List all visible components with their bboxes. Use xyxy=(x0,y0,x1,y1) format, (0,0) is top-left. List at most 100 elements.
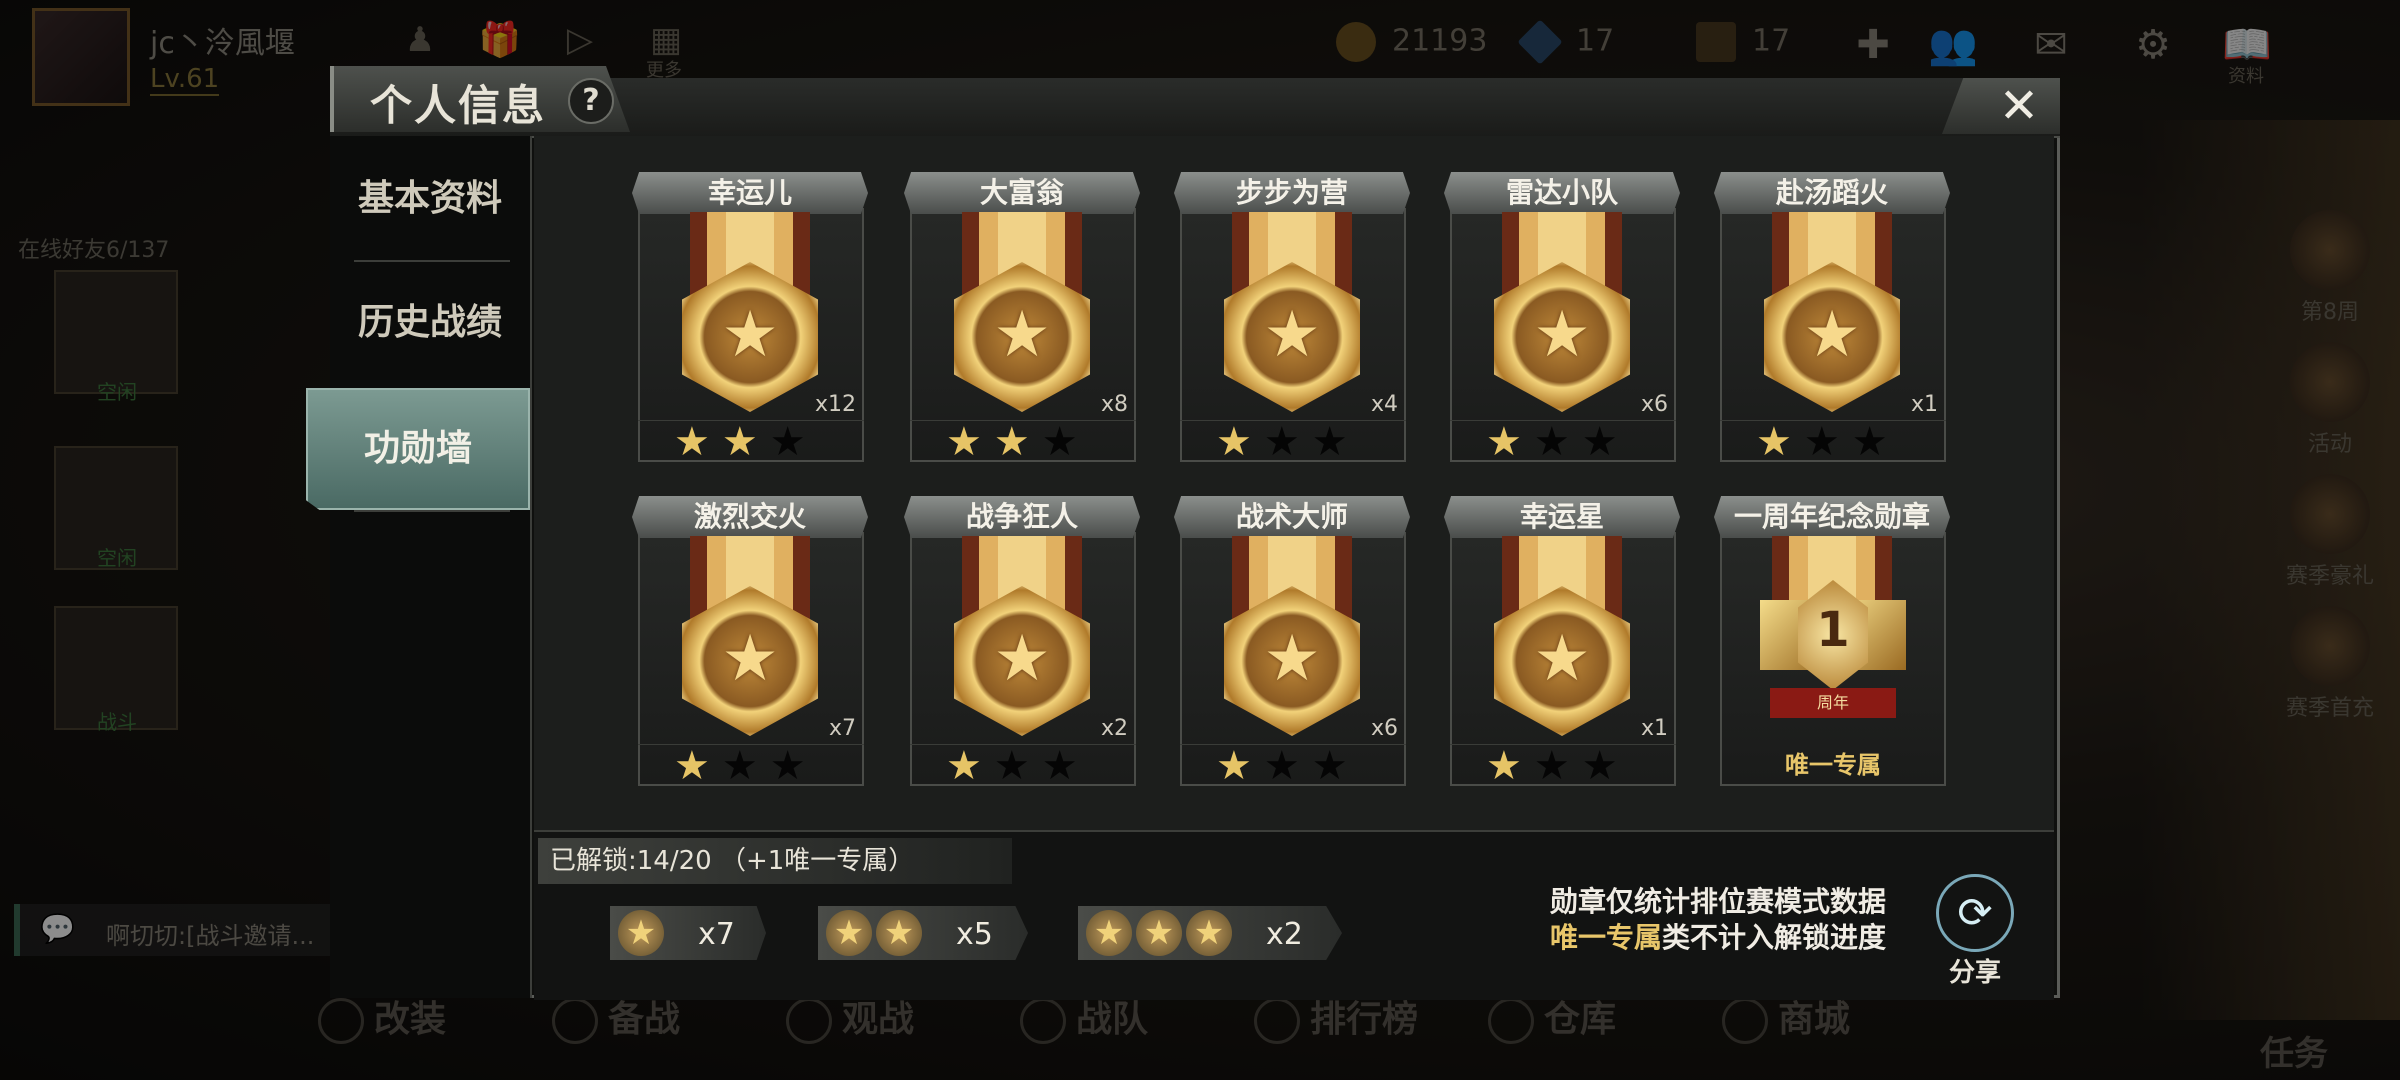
medal-star-icon: ★ xyxy=(993,622,1051,696)
medal-count: x6 xyxy=(1370,716,1398,741)
medal-name: 战争狂人 xyxy=(904,496,1140,538)
star-empty-icon: ★ xyxy=(993,743,1030,789)
star-empty-icon: ★ xyxy=(721,743,758,789)
medal-card[interactable]: 一周年纪念勋章 1 周年唯一专属 xyxy=(1714,496,1950,786)
menu-history[interactable]: 历史战绩 xyxy=(330,268,530,378)
anniversary-badge-icon: 1 周年 xyxy=(1760,580,1906,736)
note-exclusive: 唯一专属类不计入解锁进度 xyxy=(1452,916,1886,956)
star-filled-icon: ★ xyxy=(1486,419,1522,465)
share-icon: ⟳ xyxy=(1936,874,2014,952)
star-empty-icon: ★ xyxy=(1263,743,1300,789)
medal-star-icon: ★ xyxy=(1533,298,1591,372)
medal-count: x4 xyxy=(1370,392,1398,417)
star-icon: ★ xyxy=(618,910,664,956)
star-filled-icon: ★ xyxy=(1216,419,1252,465)
menu-medal-wall[interactable]: 功勋墙 xyxy=(306,388,530,510)
tier-three-star: ★ ★ ★ x2 xyxy=(1078,906,1342,960)
medal-star-icon: ★ xyxy=(993,298,1051,372)
medal-name: 大富翁 xyxy=(904,172,1140,214)
medal-stars: ★ ★ ★ xyxy=(638,419,864,465)
star-filled-icon: ★ xyxy=(1756,419,1792,465)
star-empty-icon: ★ xyxy=(1803,419,1840,465)
note-exclusive-rest: 类不计入解锁进度 xyxy=(1661,921,1886,954)
star-empty-icon: ★ xyxy=(1041,419,1078,465)
medal-count: x1 xyxy=(1910,392,1938,417)
tier-count: x2 xyxy=(1266,917,1303,952)
medal-name: 战术大师 xyxy=(1174,496,1410,538)
medal-card[interactable]: 战术大师 ★ x6 ★ ★ ★ xyxy=(1174,496,1410,789)
star-icon: ★ xyxy=(876,910,922,956)
star-empty-icon: ★ xyxy=(1581,419,1618,465)
medal-stars: ★ ★ ★ xyxy=(910,419,1136,465)
medal-card[interactable]: 大富翁 ★ x8 ★ ★ ★ xyxy=(904,172,1140,465)
star-filled-icon: ★ xyxy=(674,419,710,465)
star-icon: ★ xyxy=(1136,910,1182,956)
medal-card[interactable]: 幸运儿 ★ x12 ★ ★ ★ xyxy=(632,172,868,465)
star-empty-icon: ★ xyxy=(1581,743,1618,789)
help-icon[interactable]: ? xyxy=(568,78,614,124)
medal-star-icon: ★ xyxy=(721,622,779,696)
unlock-progress: 已解锁:14/20 （+1唯一专属） xyxy=(538,838,1012,884)
medal-name: 幸运星 xyxy=(1444,496,1680,538)
medal-card[interactable]: 雷达小队 ★ x6 ★ ★ ★ xyxy=(1444,172,1680,465)
medal-name: 赴汤蹈火 xyxy=(1714,172,1950,214)
medal-name: 激烈交火 xyxy=(632,496,868,538)
share-label: 分享 xyxy=(1948,958,2001,988)
menu-basic-info[interactable]: 基本资料 xyxy=(330,144,530,254)
medal-count: x7 xyxy=(828,716,856,741)
medal-card[interactable]: 激烈交火 ★ x7 ★ ★ ★ xyxy=(632,496,868,789)
close-icon: ✕ xyxy=(1998,78,2040,134)
star-icon: ★ xyxy=(826,910,872,956)
medal-card[interactable]: 赴汤蹈火 ★ x1 ★ ★ ★ xyxy=(1714,172,1950,465)
medal-star-icon: ★ xyxy=(721,298,779,372)
star-empty-icon: ★ xyxy=(1851,419,1888,465)
dialog-side-menu: 基本资料 历史战绩 xyxy=(330,136,532,998)
medal-card[interactable]: 幸运星 ★ x1 ★ ★ ★ xyxy=(1444,496,1680,789)
tier-count: x7 xyxy=(698,917,735,952)
tier-count: x5 xyxy=(956,917,993,952)
star-empty-icon: ★ xyxy=(1311,743,1348,789)
medal-stars: ★ ★ ★ xyxy=(1180,419,1406,465)
medal-star-icon: ★ xyxy=(1263,298,1321,372)
star-filled-icon: ★ xyxy=(1216,743,1252,789)
medal-name: 一周年纪念勋章 xyxy=(1714,496,1950,538)
medal-stars: ★ ★ ★ xyxy=(910,743,1136,789)
star-filled-icon: ★ xyxy=(721,419,758,465)
star-empty-icon: ★ xyxy=(1263,419,1300,465)
dialog-title: 个人信息 xyxy=(370,81,547,130)
star-empty-icon: ★ xyxy=(769,419,806,465)
exclusive-label: 唯一专属 xyxy=(1785,751,1881,779)
note-exclusive-highlight: 唯一专属 xyxy=(1549,921,1662,954)
medal-stars: ★ ★ ★ xyxy=(638,743,864,789)
medal-grid: 幸运儿 ★ x12 ★ ★ ★ 大富翁 ★ x8 ★ ★ ★ 步步为营 ★ x4 ★ ★ ★ 雷达小队 ★ x6 ★ ★ ★ 赴… xyxy=(534,136,2054,830)
star-empty-icon: ★ xyxy=(1533,419,1570,465)
medal-count: x12 xyxy=(814,392,856,417)
medal-count: x1 xyxy=(1640,716,1668,741)
medal-card[interactable]: 步步为营 ★ x4 ★ ★ ★ xyxy=(1174,172,1410,465)
star-filled-icon: ★ xyxy=(674,743,710,789)
medal-count: x8 xyxy=(1100,392,1128,417)
badge-number: 1 xyxy=(1798,580,1868,690)
medal-star-icon: ★ xyxy=(1803,298,1861,372)
medal-stars: ★ ★ ★ xyxy=(1720,419,1946,465)
medal-name: 雷达小队 xyxy=(1444,172,1680,214)
badge-text: 周年 xyxy=(1770,688,1896,718)
star-filled-icon: ★ xyxy=(993,419,1030,465)
medal-star-icon: ★ xyxy=(1533,622,1591,696)
share-button[interactable]: ⟳ 分享 xyxy=(1930,874,2020,989)
medal-stars: ★ ★ ★ xyxy=(1180,743,1406,789)
medal-stars: ★ ★ ★ xyxy=(1450,419,1676,465)
star-empty-icon: ★ xyxy=(1311,419,1348,465)
star-filled-icon: ★ xyxy=(1486,743,1522,789)
medal-card[interactable]: 战争狂人 ★ x2 ★ ★ ★ xyxy=(904,496,1140,789)
star-filled-icon: ★ xyxy=(946,419,982,465)
medal-star-icon: ★ xyxy=(1263,622,1321,696)
star-icon: ★ xyxy=(1186,910,1232,956)
tier-two-star: ★ ★ x5 xyxy=(818,906,1028,960)
medal-name: 幸运儿 xyxy=(632,172,868,214)
tier-one-star: ★ x7 xyxy=(610,906,766,960)
medal-stars: ★ ★ ★ xyxy=(1450,743,1676,789)
menu-divider xyxy=(354,260,510,262)
menu-divider xyxy=(354,510,510,512)
star-icon: ★ xyxy=(1086,910,1132,956)
